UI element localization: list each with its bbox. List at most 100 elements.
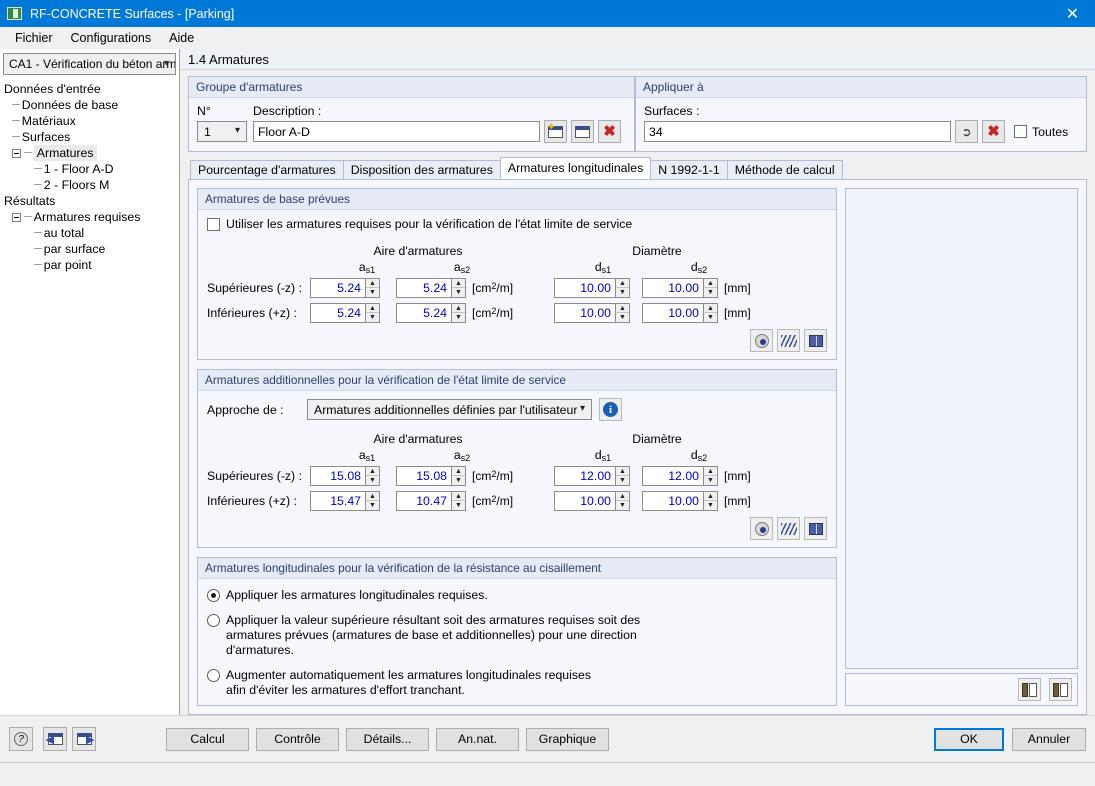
spinner-up-icon[interactable]: ▲: [616, 304, 629, 313]
additional-as2-bottom-spinner[interactable]: 10.47 ▲ ▼: [396, 491, 466, 511]
base-as2-bottom-spinner[interactable]: 5.24 ▲ ▼: [396, 303, 466, 323]
spinner-up-icon[interactable]: ▲: [366, 304, 379, 313]
spinner-buttons[interactable]: ▲ ▼: [366, 491, 380, 511]
tree-item-armatures-requises[interactable]: ─ Armatures requises: [4, 209, 179, 225]
additional-ds1-top-spinner[interactable]: 12.00 ▲ ▼: [554, 466, 630, 486]
spinner-down-icon[interactable]: ▼: [366, 288, 379, 297]
checkbox-box[interactable]: [1014, 125, 1027, 138]
radio-button[interactable]: [207, 589, 220, 602]
additional-as2-top-spinner[interactable]: 15.08 ▲ ▼: [396, 466, 466, 486]
base-ds2-bottom-spinner[interactable]: 10.00 ▲ ▼: [642, 303, 718, 323]
additional-rebar-button[interactable]: [777, 517, 800, 540]
description-input[interactable]: Floor A-D: [253, 121, 540, 142]
spinner-down-icon[interactable]: ▼: [616, 476, 629, 485]
additional-as1-bottom-value[interactable]: 15.47: [310, 491, 366, 511]
spinner-buttons[interactable]: ▲ ▼: [616, 278, 630, 298]
spinner-down-icon[interactable]: ▼: [704, 313, 717, 322]
spinner-buttons[interactable]: ▲ ▼: [452, 303, 466, 323]
spinner-up-icon[interactable]: ▲: [366, 279, 379, 288]
spinner-down-icon[interactable]: ▼: [452, 288, 465, 297]
spinner-down-icon[interactable]: ▼: [704, 476, 717, 485]
additional-ds1-bottom-value[interactable]: 10.00: [554, 491, 616, 511]
spinner-buttons[interactable]: ▲ ▼: [616, 491, 630, 511]
tree-item-au-total[interactable]: ─ au total: [4, 225, 179, 241]
menu-item-aide[interactable]: Aide: [160, 29, 203, 47]
base-as1-bottom-value[interactable]: 5.24: [310, 303, 366, 323]
base-ds1-bottom-value[interactable]: 10.00: [554, 303, 616, 323]
radio-button[interactable]: [207, 614, 220, 627]
spinner-up-icon[interactable]: ▲: [616, 279, 629, 288]
calcul-button[interactable]: Calcul: [166, 727, 249, 751]
spinner-up-icon[interactable]: ▲: [452, 279, 465, 288]
spinner-buttons[interactable]: ▲ ▼: [704, 466, 718, 486]
spinner-down-icon[interactable]: ▼: [366, 476, 379, 485]
graphique-button[interactable]: Graphique: [526, 727, 609, 751]
use-required-reinforcement-checkbox[interactable]: Utiliser les armatures requises pour la …: [207, 217, 827, 232]
base-as2-bottom-value[interactable]: 5.24: [396, 303, 452, 323]
base-as2-top-spinner[interactable]: 5.24 ▲ ▼: [396, 278, 466, 298]
collapse-expander-icon[interactable]: [12, 148, 21, 158]
spinner-buttons[interactable]: ▲ ▼: [366, 278, 380, 298]
approach-select[interactable]: Armatures additionnelles définies par l'…: [307, 399, 592, 420]
group-number-select[interactable]: 1 ▾: [197, 121, 247, 142]
approach-info-button[interactable]: i: [599, 398, 622, 421]
spinner-buttons[interactable]: ▲ ▼: [704, 278, 718, 298]
base-ds1-top-value[interactable]: 10.00: [554, 278, 616, 298]
spinner-down-icon[interactable]: ▼: [704, 288, 717, 297]
details-button[interactable]: Détails...: [346, 727, 429, 751]
ok-button[interactable]: OK: [934, 727, 1004, 751]
spinner-up-icon[interactable]: ▲: [366, 467, 379, 476]
tree-item-armatures[interactable]: ─ Armatures: [4, 145, 179, 161]
tree-item-par-surface[interactable]: ─ par surface: [4, 241, 179, 257]
spinner-down-icon[interactable]: ▼: [616, 313, 629, 322]
tab-n-1992-1-1[interactable]: N 1992-1-1: [650, 160, 728, 179]
clear-surfaces-button[interactable]: ✖: [982, 120, 1005, 143]
base-ds2-top-value[interactable]: 10.00: [642, 278, 704, 298]
additional-as2-bottom-value[interactable]: 10.47: [396, 491, 452, 511]
tree-item-donnees-entree[interactable]: Données d'entrée: [4, 81, 179, 97]
base-as1-top-spinner[interactable]: 5.24 ▲ ▼: [310, 278, 380, 298]
pick-surfaces-button[interactable]: ➲: [955, 120, 978, 143]
base-ds2-bottom-value[interactable]: 10.00: [642, 303, 704, 323]
spinner-up-icon[interactable]: ▲: [616, 492, 629, 501]
spinner-down-icon[interactable]: ▼: [366, 313, 379, 322]
additional-ds2-top-value[interactable]: 12.00: [642, 466, 704, 486]
help-button[interactable]: ?: [9, 727, 33, 751]
tree-item-par-point[interactable]: ─ par point: [4, 257, 179, 273]
spinner-down-icon[interactable]: ▼: [452, 313, 465, 322]
preview-paste-button[interactable]: [1049, 678, 1072, 701]
spinner-down-icon[interactable]: ▼: [704, 501, 717, 510]
additional-as1-top-spinner[interactable]: 15.08 ▲ ▼: [310, 466, 380, 486]
spinner-up-icon[interactable]: ▲: [704, 279, 717, 288]
additional-view-button[interactable]: [750, 517, 773, 540]
shear-option-2[interactable]: Appliquer la valeur supérieure résultant…: [207, 613, 827, 658]
tree-item-resultats[interactable]: Résultats: [4, 193, 179, 209]
tab-methode-de-calcul[interactable]: Méthode de calcul: [726, 160, 843, 179]
spinner-buttons[interactable]: ▲ ▼: [452, 278, 466, 298]
all-surfaces-checkbox[interactable]: Toutes: [1014, 125, 1068, 139]
design-case-selector[interactable]: CA1 - Vérification du béton arm ▾: [3, 53, 176, 75]
tab-armatures-longitudinales[interactable]: Armatures longitudinales: [499, 157, 652, 179]
additional-as1-top-value[interactable]: 15.08: [310, 466, 366, 486]
tree-item-donnees-de-base[interactable]: ─ Données de base: [4, 97, 179, 113]
menu-item-fichier[interactable]: Fichier: [6, 29, 62, 47]
tab-pourcentage-armatures[interactable]: Pourcentage d'armatures: [190, 160, 344, 179]
spinner-up-icon[interactable]: ▲: [704, 492, 717, 501]
next-button[interactable]: ▶: [72, 727, 96, 751]
cancel-button[interactable]: Annuler: [1012, 727, 1086, 751]
checkbox-box[interactable]: [207, 218, 220, 231]
spinner-down-icon[interactable]: ▼: [616, 288, 629, 297]
base-library-button[interactable]: [804, 329, 827, 352]
spinner-down-icon[interactable]: ▼: [452, 476, 465, 485]
additional-as1-bottom-spinner[interactable]: 15.47 ▲ ▼: [310, 491, 380, 511]
base-as1-top-value[interactable]: 5.24: [310, 278, 366, 298]
base-as1-bottom-spinner[interactable]: 5.24 ▲ ▼: [310, 303, 380, 323]
spinner-up-icon[interactable]: ▲: [616, 467, 629, 476]
controle-button[interactable]: Contrôle: [256, 727, 339, 751]
spinner-up-icon[interactable]: ▲: [704, 467, 717, 476]
surfaces-input[interactable]: 34: [644, 121, 951, 142]
base-ds1-top-spinner[interactable]: 10.00 ▲ ▼: [554, 278, 630, 298]
delete-group-button[interactable]: ✖: [598, 120, 621, 143]
tree-item-surfaces[interactable]: ─ Surfaces: [4, 129, 179, 145]
base-rebar-button[interactable]: [777, 329, 800, 352]
